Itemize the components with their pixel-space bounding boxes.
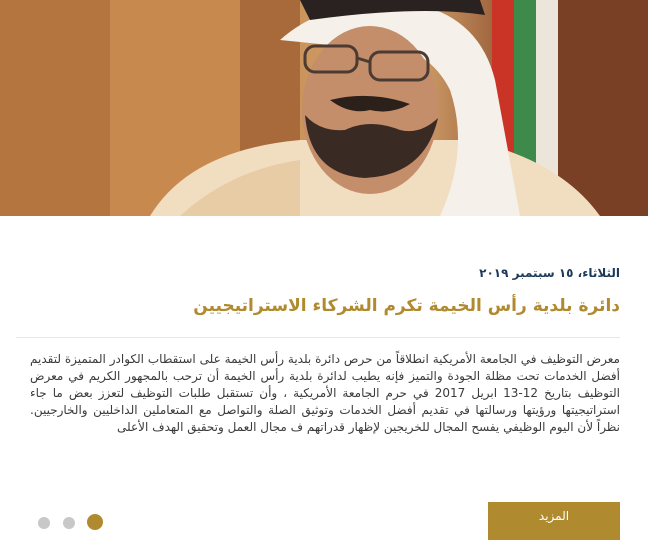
news-card: الثلاثاء، ١٥ سبتمبر ٢٠١٩ دائرة بلدية رأس… <box>0 216 648 540</box>
divider <box>16 337 620 338</box>
hero-image <box>0 0 648 216</box>
hero-portrait <box>0 0 648 216</box>
carousel-dot-3[interactable] <box>87 514 103 530</box>
article-title[interactable]: دائرة بلدية رأس الخيمة تكرم الشركاء الاس… <box>193 296 620 316</box>
article-date: الثلاثاء، ١٥ سبتمبر ٢٠١٩ <box>479 266 620 280</box>
article-body: معرض التوظيف في الجامعة الأمريكية انطلاق… <box>30 352 620 434</box>
carousel-dot-2[interactable] <box>63 517 75 529</box>
more-button[interactable]: المزيد <box>488 502 620 540</box>
carousel-dot-1[interactable] <box>38 517 50 529</box>
